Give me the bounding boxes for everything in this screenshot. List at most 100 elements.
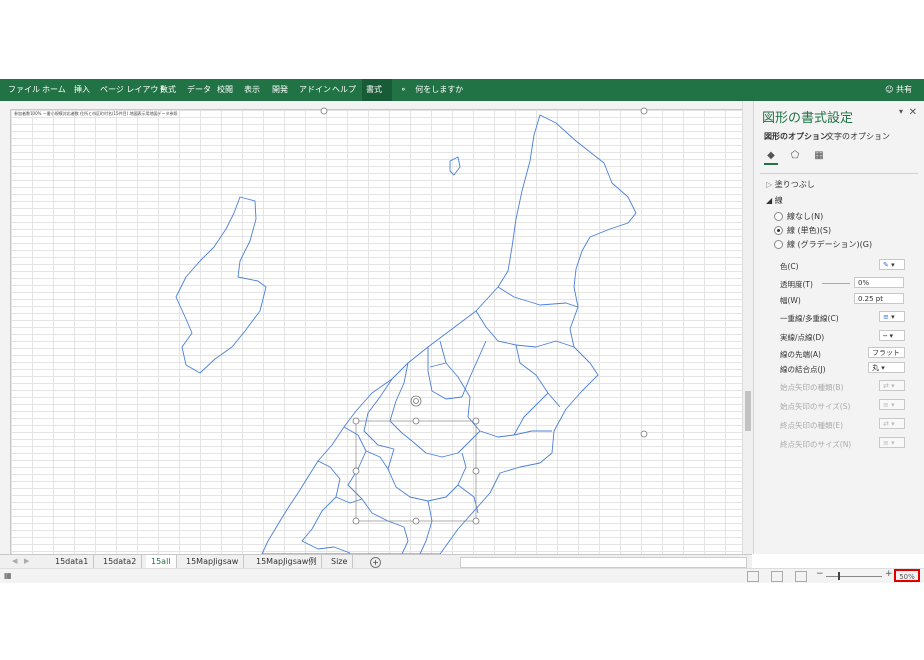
- border-11: [301, 460, 341, 542]
- sheet-tab-15mapjigsaw[interactable]: 15MapJigsaw: [181, 555, 245, 568]
- format-shape-pane: 図形の書式設定 ▾ ✕ 図形のオプション 文字のオプション ◆ ⬠ ▦ ▷ 塗り…: [753, 101, 924, 554]
- begin-arrow-type-dropdown[interactable]: ⇄ ▾: [879, 380, 905, 391]
- sado-island-outline: [175, 196, 267, 374]
- tab-view[interactable]: 表示: [240, 79, 264, 101]
- shape-handle-right: [640, 430, 648, 438]
- radio-no-line-label: 線なし(N): [787, 212, 824, 221]
- vertical-scroll-thumb[interactable]: [745, 391, 751, 431]
- radio-dot: [774, 240, 783, 249]
- selection-box: [355, 420, 477, 522]
- fill-section[interactable]: ▷ 塗りつぶし: [766, 179, 815, 190]
- border-17: [461, 340, 487, 398]
- dash-type-dropdown[interactable]: ━ ▾: [879, 330, 905, 341]
- width-label: 幅(W): [780, 296, 801, 305]
- collapsed-arrow-icon: ▷: [766, 180, 773, 189]
- border-4: [515, 344, 561, 408]
- radio-gradient-line[interactable]: 線 (グラデーション)(G): [774, 239, 872, 250]
- begin-arrow-type-label: 始点矢印の種類(B): [780, 383, 844, 392]
- prev-sheet-arrow-icon[interactable]: ◀: [12, 557, 17, 565]
- lightbulb-icon: ⚬: [400, 85, 407, 94]
- page-layout-view-icon[interactable]: [771, 571, 783, 582]
- next-sheet-arrow-icon[interactable]: ▶: [24, 557, 29, 565]
- shape-handle-top-right: [640, 107, 648, 115]
- radio-solid-line[interactable]: 線 (単色)(S): [774, 225, 831, 236]
- add-sheet-icon[interactable]: +: [370, 557, 381, 568]
- tab-help[interactable]: ヘルプ: [328, 79, 360, 101]
- fill-line-icon[interactable]: ◆: [764, 149, 778, 165]
- zoom-in-icon[interactable]: +: [885, 569, 893, 579]
- tab-shape-options[interactable]: 図形のオプション: [764, 131, 828, 142]
- tell-me-search[interactable]: ⚬ 何をしますか: [400, 79, 463, 101]
- end-arrow-size-dropdown[interactable]: ≡ ▾: [879, 437, 905, 448]
- selection-handles: [320, 107, 648, 525]
- macro-record-icon[interactable]: ▦: [4, 571, 12, 580]
- border-15: [419, 500, 433, 554]
- end-arrow-type-dropdown[interactable]: ⇄ ▾: [879, 418, 905, 429]
- begin-arrow-size-label: 始点矢印のサイズ(S): [780, 402, 851, 411]
- tab-developer[interactable]: 開発: [268, 79, 292, 101]
- cap-type-label: 線の先端(A): [780, 350, 821, 359]
- border-8: [343, 426, 405, 528]
- cap-type-value: フラット: [872, 349, 900, 357]
- border-12: [401, 526, 409, 554]
- resize-handle-w: [352, 467, 360, 475]
- border-6: [427, 347, 463, 400]
- begin-arrow-size-dropdown[interactable]: ≡ ▾: [879, 399, 905, 410]
- horizontal-scrollbar[interactable]: [460, 557, 747, 568]
- compound-line-icon: ≡: [883, 313, 889, 321]
- line-color-picker[interactable]: ✎ ▾: [879, 259, 905, 270]
- share-button[interactable]: ☺ 共有: [885, 79, 912, 101]
- tab-review[interactable]: 校閲: [213, 79, 237, 101]
- resize-handle-n: [412, 417, 420, 425]
- transparency-input[interactable]: 0%: [854, 277, 904, 288]
- tell-me-label: 何をしますか: [415, 85, 464, 94]
- border-13: [335, 496, 363, 504]
- map-drawing[interactable]: [0, 101, 742, 554]
- tab-format[interactable]: 書式: [362, 79, 392, 101]
- zoom-level[interactable]: 50%: [894, 569, 920, 582]
- pane-divider: [760, 173, 918, 174]
- zoom-slider[interactable]: [826, 576, 882, 577]
- tab-formulas[interactable]: 数式: [156, 79, 180, 101]
- worksheet[interactable]: 参加者数100% 一番小規模対応者数 住所と市区町村名(15件目) 地図表示用地…: [0, 101, 742, 554]
- zoom-slider-thumb[interactable]: [838, 572, 840, 580]
- compound-type-dropdown[interactable]: ≡ ▾: [879, 311, 905, 322]
- radio-no-line[interactable]: 線なし(N): [774, 211, 823, 222]
- sheet-tab-bar: ◀ ▶ 15data1 15data2 15all 15MapJigsaw 15…: [0, 554, 752, 570]
- page-break-view-icon[interactable]: [795, 571, 807, 582]
- dash-line-icon: ━: [883, 332, 888, 340]
- cap-type-dropdown[interactable]: フラット ▾: [868, 347, 905, 368]
- sheet-tab-15data1[interactable]: 15data1: [50, 555, 95, 568]
- pane-options-icon[interactable]: ▾: [899, 107, 903, 116]
- border-9: [411, 430, 481, 458]
- border-1: [439, 340, 552, 438]
- sheet-tab-15data2[interactable]: 15data2: [98, 555, 143, 568]
- effects-icon[interactable]: ⬠: [788, 149, 802, 163]
- border-18: [429, 362, 447, 368]
- sheet-tab-15mapjigsaw-example[interactable]: 15MapJigsaw例: [251, 555, 323, 568]
- expanded-arrow-icon: ◢: [766, 196, 773, 205]
- zoom-out-icon[interactable]: −: [816, 569, 824, 579]
- normal-view-icon[interactable]: [747, 571, 759, 582]
- tab-text-options[interactable]: 文字のオプション: [826, 131, 890, 142]
- awashima-outline: [449, 156, 461, 176]
- size-properties-icon[interactable]: ▦: [812, 149, 826, 163]
- tab-insert[interactable]: 挿入: [70, 79, 94, 101]
- border-20: [513, 392, 549, 436]
- share-label: 共有: [896, 85, 912, 94]
- width-input[interactable]: 0.25 pt: [854, 293, 904, 304]
- tab-home[interactable]: ホーム: [38, 79, 70, 101]
- niigata-outline: [261, 114, 637, 554]
- close-icon[interactable]: ✕: [909, 107, 917, 118]
- pane-title: 図形の書式設定: [762, 111, 854, 126]
- line-section-label: 線: [774, 196, 783, 205]
- vertical-scrollbar[interactable]: [742, 101, 753, 554]
- sheet-tab-size[interactable]: Size: [326, 555, 354, 568]
- tab-data[interactable]: データ: [183, 79, 215, 101]
- line-section[interactable]: ◢ 線: [766, 195, 783, 206]
- border-14: [457, 484, 479, 514]
- join-type-dropdown[interactable]: 丸 ▾: [868, 362, 905, 373]
- transparency-slider[interactable]: [822, 283, 850, 284]
- color-label: 色(C): [780, 262, 799, 271]
- border-7: [363, 378, 395, 450]
